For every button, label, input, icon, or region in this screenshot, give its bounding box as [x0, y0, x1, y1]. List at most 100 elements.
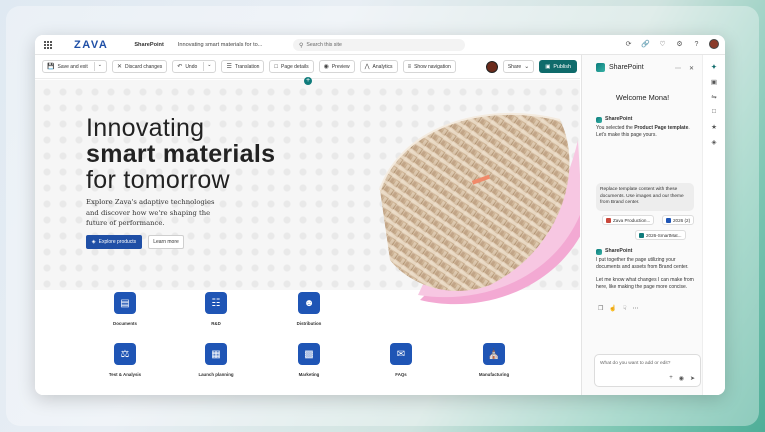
calendar-icon: ▦: [205, 343, 227, 365]
discard-button[interactable]: ✕ Discard changes: [112, 60, 168, 73]
page-canvas: Innovating smart materials for tomorrow …: [35, 80, 580, 395]
sharepoint-logo-icon: [596, 116, 602, 123]
analytics-button[interactable]: ⋀ Analytics: [359, 60, 398, 73]
trophy-icon[interactable]: ★: [703, 123, 725, 131]
close-icon[interactable]: ✕: [689, 65, 694, 72]
learn-more-button[interactable]: Learn more: [148, 235, 184, 249]
chevron-down-icon: ⌄: [524, 64, 530, 70]
tile-documents[interactable]: ▤ Documents: [95, 292, 155, 326]
add-section-icon[interactable]: +: [304, 77, 312, 85]
settings-icon[interactable]: ⚙: [675, 40, 684, 48]
attachment-chip-2[interactable]: 2026 (2): [662, 215, 695, 225]
panel-controls: ⋯ ✕: [675, 65, 694, 72]
translate-icon: ☰: [226, 64, 232, 70]
more-options-icon[interactable]: ⋯: [633, 305, 639, 312]
tile-test-analysis[interactable]: ⚖ Test & Analysis: [95, 343, 155, 377]
brand-icon[interactable]: ◈: [703, 138, 725, 146]
show-navigation-button[interactable]: ≡ Show navigation: [402, 60, 456, 73]
suite-bar: ZAVA SharePoint Innovating smart materia…: [35, 35, 725, 55]
attachment-chip-1[interactable]: Zava Production...: [602, 215, 655, 225]
folder-icon: [666, 217, 671, 223]
publish-icon: ▣: [545, 63, 551, 70]
undo-button[interactable]: ↶ Undo ⌄: [172, 60, 217, 73]
tile-manufacturing[interactable]: ⛪ Manufacturing: [464, 343, 524, 377]
microphone-icon[interactable]: ◉: [679, 375, 684, 382]
welcome-message: Welcome Mona!: [615, 93, 670, 102]
preview-icon: ◉: [323, 64, 329, 70]
pdf-icon: [606, 217, 611, 223]
zava-logo[interactable]: ZAVA: [74, 39, 108, 51]
sharepoint-logo-icon: [596, 248, 602, 255]
panel-header: SharePoint: [596, 63, 644, 72]
discard-icon: ✕: [117, 64, 123, 70]
analytics-icon: ⋀: [364, 64, 370, 70]
chevron-down-icon[interactable]: ⌄: [93, 62, 102, 71]
tile-distribution[interactable]: ☻ Distribution: [279, 292, 339, 326]
hero-subtitle[interactable]: Explore Zava's adaptive technologies and…: [86, 197, 226, 229]
prompt-input[interactable]: What do you want to add or edit? + ◉ ➤: [594, 354, 701, 387]
save-icon: 💾: [47, 64, 55, 70]
hero-title[interactable]: Innovating smart materials for tomorrow: [86, 115, 275, 193]
quick-links: ▤ Documents ☷ R&D ☻ Distribution ⚖ Test …: [35, 292, 580, 392]
prompt-placeholder: What do you want to add or edit?: [600, 361, 671, 366]
tile-launch-planning[interactable]: ▦ Launch planning: [186, 343, 246, 377]
wallet-icon: ▩: [298, 343, 320, 365]
tile-marketing[interactable]: ▩ Marketing: [279, 343, 339, 377]
command-bar-right: Share ⌄ ▣ Publish: [485, 60, 577, 73]
flask-doc-icon: ☷: [205, 292, 227, 314]
publish-button[interactable]: ▣ Publish: [539, 60, 577, 73]
thumbs-down-icon[interactable]: ☟: [623, 305, 627, 312]
hero-section[interactable]: Innovating smart materials for tomorrow …: [35, 80, 580, 305]
tile-faqs[interactable]: ✉ FAQs: [371, 343, 431, 377]
navigation-icon: ≡: [407, 63, 412, 70]
contact-card-icon: ☻: [298, 292, 320, 314]
explore-products-button[interactable]: ◈ Explore products: [86, 235, 142, 249]
suite-icons: ⟳ 🔗 ♡ ⚙ ?: [624, 39, 719, 49]
factory-icon: ⛪: [483, 343, 505, 365]
file-icon: [639, 232, 644, 238]
assistant-message-2: SharePoint I put together the page utili…: [596, 248, 694, 290]
assistant-message-1: SharePoint You selected the Product Page…: [596, 116, 690, 138]
search-placeholder: Search this site: [306, 42, 342, 48]
editor-avatar[interactable]: [485, 60, 498, 73]
search-icon: ⚲: [299, 42, 304, 49]
page-icon: □: [274, 63, 279, 70]
save-exit-button[interactable]: 💾 Save and exit ⌄: [42, 60, 107, 73]
preview-button[interactable]: ◉ Preview: [318, 60, 355, 73]
chevron-down-icon[interactable]: ⌄: [203, 62, 211, 71]
search-box[interactable]: ⚲ Search this site: [293, 39, 465, 51]
site-name[interactable]: SharePoint: [134, 42, 164, 48]
more-options-icon[interactable]: ⋯: [675, 65, 681, 72]
woven-fabric-image: [379, 112, 580, 305]
copilot-icon[interactable]: ✦: [703, 63, 725, 71]
browser-window: ZAVA SharePoint Innovating smart materia…: [35, 35, 725, 395]
edit-command-bar: 💾 Save and exit ⌄ ✕ Discard changes ↶ Un…: [35, 55, 580, 79]
sliders-icon[interactable]: ⇋: [703, 93, 725, 101]
page-name: Innovating smart materials for to...: [177, 41, 263, 48]
sync-icon[interactable]: ⟳: [624, 40, 633, 48]
page-details-button[interactable]: □ Page details: [269, 60, 314, 73]
toolbox-icon[interactable]: ▣: [703, 78, 725, 86]
add-icon[interactable]: +: [669, 375, 673, 382]
help-icon[interactable]: ?: [692, 41, 701, 48]
send-icon[interactable]: ➤: [690, 375, 695, 382]
thumbs-up-icon[interactable]: ☝: [609, 305, 616, 312]
sharepoint-logo-icon: [596, 63, 605, 72]
notification-icon[interactable]: ♡: [658, 40, 667, 48]
account-avatar[interactable]: [709, 39, 719, 49]
user-message-bubble: Replace template content with these docu…: [596, 183, 694, 211]
message-reactions: ❐ ☝ ☟ ⋯: [598, 305, 639, 312]
app-launcher-icon[interactable]: [44, 40, 54, 50]
link-icon[interactable]: 🔗: [641, 40, 650, 48]
translation-button[interactable]: ☰ Translation: [221, 60, 265, 73]
share-button[interactable]: Share ⌄: [502, 60, 535, 73]
copy-icon[interactable]: ❐: [598, 305, 603, 312]
page-icon[interactable]: □: [703, 108, 725, 115]
document-icon: ▤: [114, 292, 136, 314]
cube-icon: ◈: [91, 239, 96, 245]
undo-icon: ↶: [177, 64, 183, 70]
beaker-icon: ⚖: [114, 343, 136, 365]
attachment-chip-3[interactable]: 2026-SmartMat...: [635, 230, 686, 240]
chat-icon: ✉: [390, 343, 412, 365]
tile-rnd[interactable]: ☷ R&D: [186, 292, 246, 326]
